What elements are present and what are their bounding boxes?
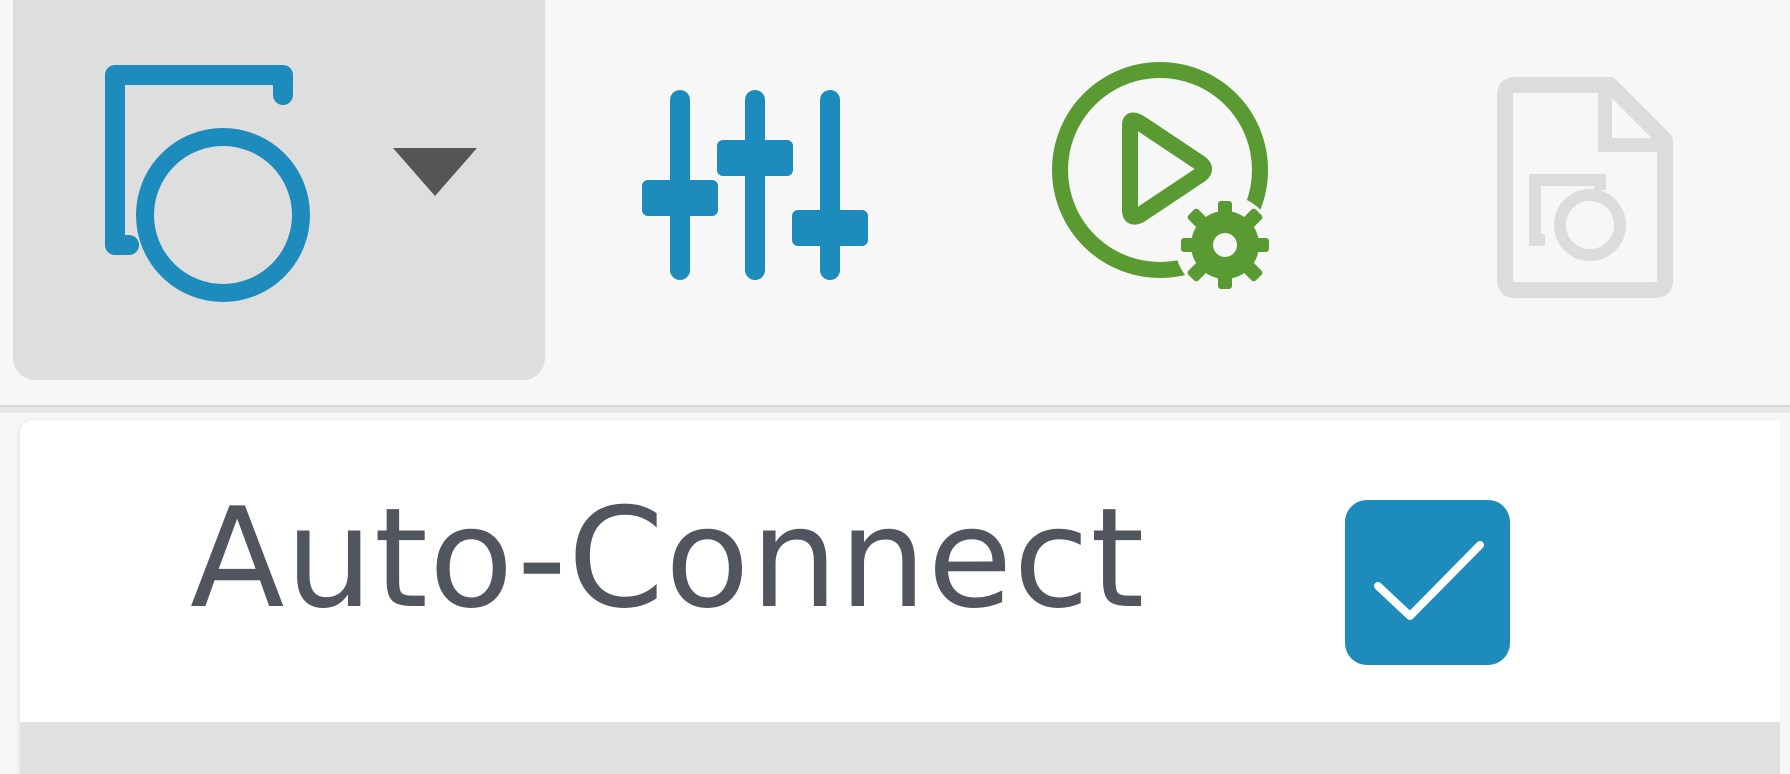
auto-connect-label: Auto-Connect [190,478,1146,639]
connect-dropdown-button[interactable] [13,0,545,380]
sliders-icon [630,80,880,290]
export-file-icon [1485,65,1685,305]
settings-button[interactable] [630,70,880,300]
auto-connect-checkbox[interactable] [1345,500,1510,665]
app-window: Auto-Connect [0,0,1790,774]
run-button[interactable] [1040,55,1310,315]
menu-item-next[interactable] [20,722,1780,774]
export-button[interactable] [1475,60,1695,310]
run-settings-icon [1040,55,1310,315]
toolbar [0,0,1790,405]
connect-icon [93,65,353,315]
checkmark-icon [1368,531,1488,635]
chevron-down-icon[interactable] [393,148,477,200]
toolbar-divider [0,405,1790,413]
